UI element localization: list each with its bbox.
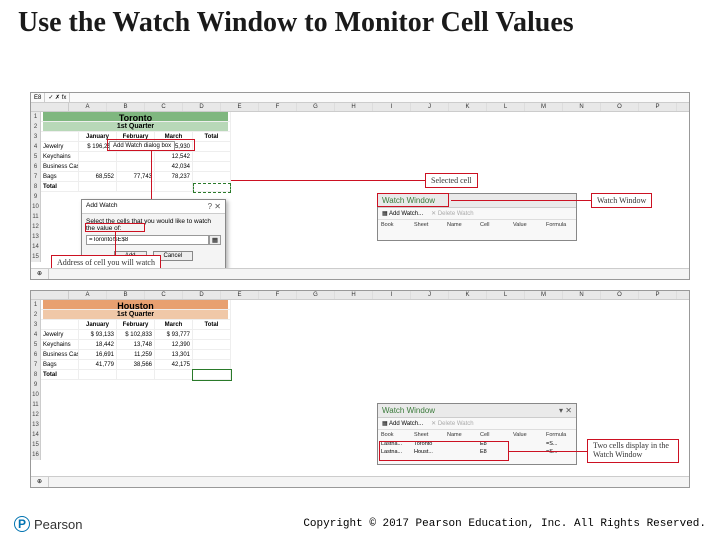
watch-address-input[interactable] [86, 235, 209, 245]
watch-row[interactable]: Lastna...Houst...E8=S... [378, 448, 576, 456]
add-watch-button[interactable]: ▦ Add Watch... [382, 420, 423, 427]
top-screenshot-panel: E8 ✓ ✗ fx ABCDEFGHIJKLMNOP 1Toronto 21st… [30, 92, 690, 280]
callout-watch-window: Watch Window [591, 193, 652, 208]
callout-selected-cell: Selected cell [425, 173, 478, 188]
add-watch-button[interactable]: ▦ Add Watch... [382, 210, 423, 217]
sheet-tabs: ⊕ [31, 476, 689, 487]
range-picker-icon[interactable]: ▦ [209, 235, 221, 245]
dialog-prompt: Select the cells that you would like to … [86, 218, 221, 232]
quarter-subtitle: 1st Quarter [43, 310, 228, 320]
close-icon[interactable]: ? ✕ [208, 202, 221, 211]
watch-window-pane: Watch Window ▾ ✕ ▦ Add Watch... ✕ Delete … [377, 403, 577, 465]
formula-bar: E8 ✓ ✗ fx [31, 93, 689, 103]
city-title: Toronto [43, 112, 228, 122]
quarter-subtitle: 1st Quarter [43, 122, 228, 132]
bottom-screenshot-panel: ABCDEFGHIJKLMNOP 1Houston 21st Quarter 3… [30, 290, 690, 488]
logo-icon: P [14, 516, 30, 532]
close-icon[interactable]: ▾ ✕ [559, 406, 572, 415]
fx-icon[interactable]: ✓ ✗ fx [45, 93, 70, 102]
city-title: Houston [43, 300, 228, 310]
column-headers: ABCDEFGHIJKLMNOP [31, 103, 689, 112]
column-headers: ABCDEFGHIJKLMNOP [31, 291, 689, 300]
dialog-title: Add Watch [86, 202, 118, 211]
callout-dialog-box: Add Watch dialog box [109, 141, 175, 151]
name-box[interactable]: E8 [31, 93, 45, 102]
sheet-tabs: ⊕ [31, 268, 689, 279]
delete-watch-button[interactable]: ✕ Delete Watch [431, 210, 474, 217]
watch-row[interactable]: Lastna...TorontoE8=S... [378, 440, 576, 448]
houston-sheet: ABCDEFGHIJKLMNOP 1Houston 21st Quarter 3… [31, 291, 689, 460]
row-label: Jewelry [41, 142, 79, 152]
callout-two-cells: Two cells display in the Watch Window [587, 439, 679, 463]
sheet-tab[interactable]: ⊕ [31, 269, 49, 279]
watch-window-title: Watch Window [382, 406, 435, 415]
copyright-text: Copyright © 2017 Pearson Education, Inc.… [303, 518, 706, 530]
footer: P Pearson Copyright © 2017 Pearson Educa… [0, 516, 720, 532]
sheet-tab[interactable]: ⊕ [31, 477, 49, 487]
watch-window-title: Watch Window [382, 196, 435, 205]
page-title: Use the Watch Window to Monitor Cell Val… [0, 0, 720, 43]
pearson-logo: P Pearson [14, 516, 82, 532]
delete-watch-button[interactable]: ✕ Delete Watch [431, 420, 474, 427]
